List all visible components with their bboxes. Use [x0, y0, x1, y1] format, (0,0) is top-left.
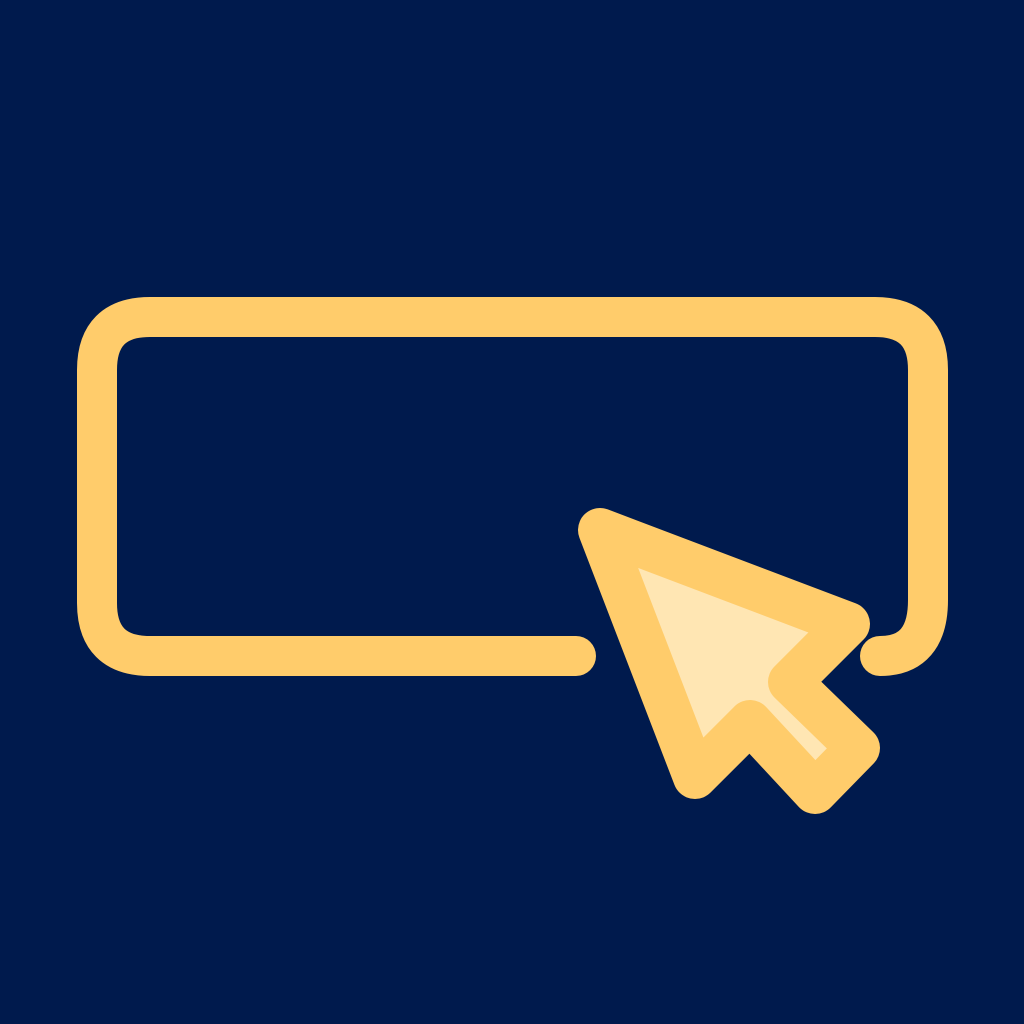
button-click-icon [0, 0, 1024, 1024]
icon-canvas [0, 0, 1024, 1024]
background [0, 0, 1024, 1024]
